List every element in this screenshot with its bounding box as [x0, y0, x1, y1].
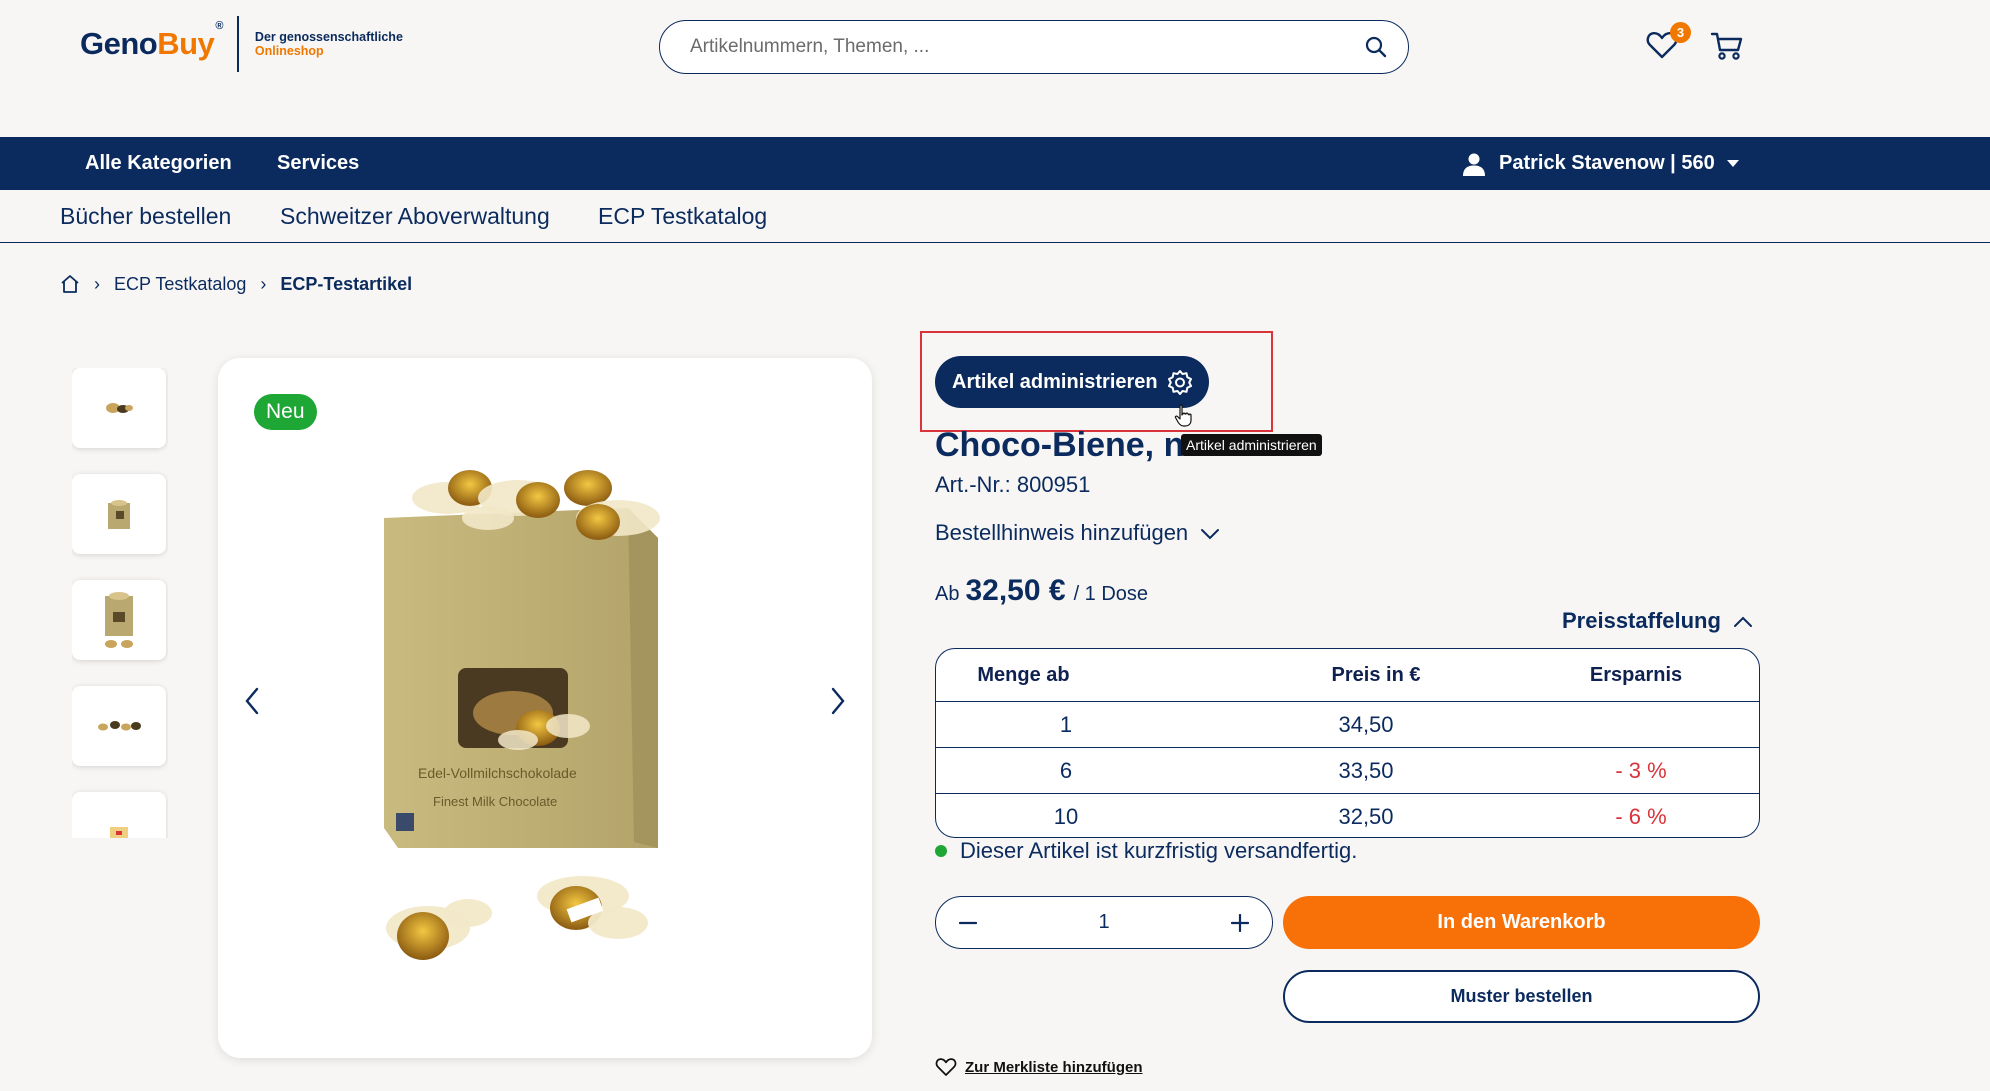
search-input[interactable] — [690, 36, 1362, 58]
table-cell: 33,50 — [1338, 757, 1394, 783]
wishlist-count-badge: 3 — [1670, 22, 1691, 43]
chevron-up-icon — [1733, 608, 1753, 634]
subnav-item-ecp[interactable]: ECP Testkatalog — [598, 190, 767, 243]
cursor-hand-icon — [1174, 404, 1194, 433]
nav-item-all-categories[interactable]: Alle Kategorien — [85, 137, 232, 190]
product-image[interactable]: Edel-Vollmilchschokolade Finest Milk Cho… — [358, 458, 758, 1018]
article-number: Art.-Nr.: 800951 — [935, 472, 1091, 497]
price-value: 32,50 € — [965, 574, 1066, 607]
table-header: Ersparnis — [1589, 663, 1683, 686]
thumbnail-5[interactable] — [72, 792, 166, 838]
chevron-right-icon: › — [94, 273, 100, 294]
user-icon — [1463, 152, 1485, 176]
box-text-1: Edel-Vollmilchschokolade — [418, 765, 577, 781]
chevron-right-icon: › — [260, 273, 267, 294]
breadcrumb-item-ecp[interactable]: ECP Testkatalog — [114, 274, 246, 295]
status-dot-icon — [935, 845, 947, 857]
table-row: 6 33,50 - 3 % — [936, 747, 1759, 793]
table-header: Preis in € — [1331, 663, 1421, 686]
wishlist-button[interactable]: 3 — [1646, 22, 1691, 66]
product-title: Choco-Biene, n — [935, 426, 1185, 464]
cart-button[interactable] — [1710, 30, 1746, 66]
add-to-cart-button[interactable]: In den Warenkorb — [1283, 896, 1760, 949]
admin-button-label: Artikel administrieren — [952, 370, 1158, 393]
table-header-row: Menge ab Preis in € Ersparnis — [936, 649, 1759, 701]
gear-icon — [1167, 369, 1193, 401]
cart-icon — [1710, 32, 1744, 66]
search-icon[interactable] — [1362, 33, 1390, 61]
sub-nav: Bücher bestellen Schweitzer Aboverwaltun… — [0, 190, 1990, 243]
user-menu[interactable]: Patrick Stavenow | 560 — [1463, 137, 1739, 190]
availability-status: Dieser Artikel ist kurzfristig versandfe… — [935, 838, 1357, 864]
add-to-wishlist-link[interactable]: Zur Merkliste hinzufügen — [935, 1057, 1143, 1077]
user-name: Patrick Stavenow | 560 — [1499, 152, 1715, 174]
quantity-input[interactable] — [1064, 911, 1144, 934]
genobuy-logo[interactable]: GenoBuy® Der genossenschaftliche Onlines… — [80, 16, 403, 72]
price-tier-label: Preisstaffelung — [1562, 608, 1721, 633]
table-header: Menge ab — [977, 663, 1070, 686]
breadcrumb: › ECP Testkatalog › ECP-Testartikel — [60, 272, 412, 296]
order-note-label: Bestellhinweis hinzufügen — [935, 520, 1189, 545]
box-text-2: Finest Milk Chocolate — [433, 794, 557, 809]
price-line: Ab 32,50 € / 1 Dose — [935, 574, 1148, 608]
logo-tagline: Der genossenschaftliche Onlineshop — [254, 30, 403, 58]
nav-item-services[interactable]: Services — [277, 137, 359, 190]
price-tier-toggle[interactable]: Preisstaffelung — [1562, 608, 1753, 634]
quantity-stepper — [935, 896, 1273, 949]
table-cell: 6 — [1059, 757, 1073, 783]
breadcrumb-current: ECP-Testartikel — [280, 273, 413, 294]
chevron-down-icon — [1200, 520, 1220, 546]
availability-text: Dieser Artikel ist kurzfristig versandfe… — [960, 838, 1358, 863]
logo-wordmark: GenoBuy® — [80, 20, 223, 61]
thumbnail-3[interactable] — [72, 580, 166, 660]
order-note-toggle[interactable]: Bestellhinweis hinzufügen — [935, 520, 1220, 546]
logo-divider — [236, 16, 239, 72]
price-tier-table: Menge ab Preis in € Ersparnis 1 34,50 6 … — [935, 648, 1760, 838]
home-icon[interactable] — [60, 274, 80, 294]
heart-icon — [935, 1057, 957, 1077]
thumbnail-2[interactable] — [72, 474, 166, 554]
next-image-arrow[interactable] — [820, 683, 856, 719]
price-unit: / 1 Dose — [1073, 583, 1149, 605]
add-to-wishlist-label: Zur Merkliste hinzufügen — [965, 1058, 1143, 1076]
thumbnail-1[interactable] — [72, 368, 166, 448]
prev-image-arrow[interactable] — [234, 683, 270, 719]
table-cell: 34,50 — [1338, 711, 1394, 737]
admin-article-button[interactable]: Artikel administrieren — [935, 356, 1209, 408]
thumbnail-4[interactable] — [72, 686, 166, 766]
heart-icon — [1646, 31, 1678, 64]
plus-icon[interactable] — [1226, 909, 1254, 937]
order-sample-button[interactable]: Muster bestellen — [1283, 970, 1760, 1023]
table-cell: - 6 % — [1615, 803, 1667, 829]
search-bar — [659, 20, 1409, 74]
table-cell: 1 — [1059, 711, 1073, 737]
table-row: 1 34,50 — [936, 701, 1759, 747]
admin-tooltip: Artikel administrieren — [1181, 434, 1322, 456]
subnav-item-books[interactable]: Bücher bestellen — [60, 190, 231, 243]
thumbnail-list — [72, 368, 168, 838]
table-cell: 32,50 — [1338, 803, 1394, 829]
price-prefix: Ab — [935, 583, 960, 605]
subnav-item-schweitzer[interactable]: Schweitzer Aboverwaltung — [280, 190, 550, 243]
main-nav: Alle Kategorien Services Patrick Staveno… — [0, 137, 1990, 190]
minus-icon[interactable] — [954, 909, 982, 937]
new-badge: Neu — [254, 394, 317, 430]
chevron-down-icon — [1726, 160, 1739, 167]
table-row: 10 32,50 - 6 % — [936, 793, 1759, 837]
site-header: GenoBuy® Der genossenschaftliche Onlines… — [0, 0, 1990, 137]
table-cell: 10 — [1053, 803, 1079, 829]
table-cell: - 3 % — [1615, 757, 1667, 783]
product-image-card: Neu Edel-Vollmilchschokolade Finest Milk… — [218, 358, 872, 1058]
